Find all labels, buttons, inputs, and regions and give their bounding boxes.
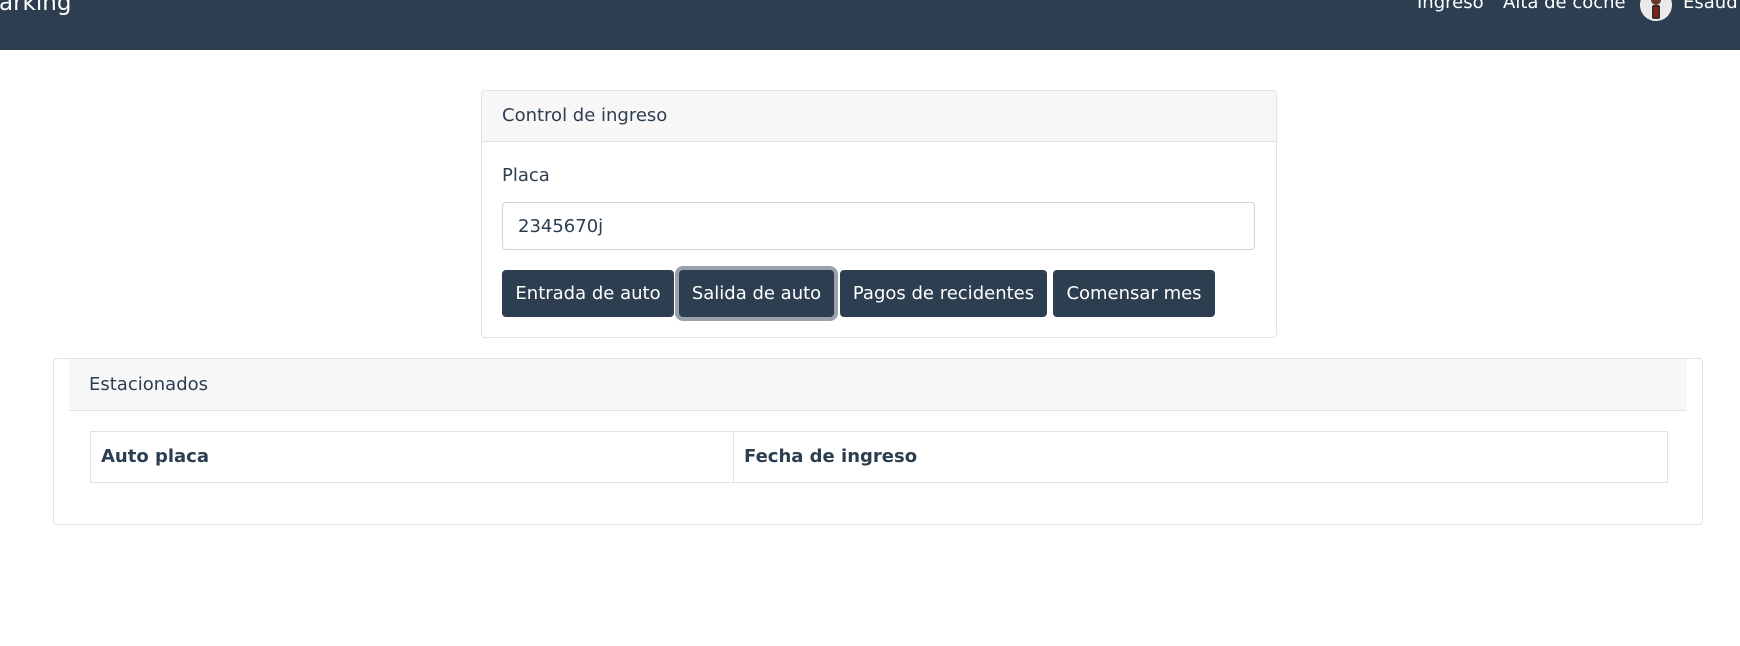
estacionados-card: Estacionados Auto placa Fecha de ingreso xyxy=(53,358,1703,525)
comensar-mes-button[interactable]: Comensar mes xyxy=(1053,270,1215,317)
placa-input[interactable] xyxy=(502,202,1255,250)
user-avatar[interactable] xyxy=(1640,0,1672,21)
nav-link-alta-de-coche[interactable]: Alta de coche xyxy=(1503,0,1626,15)
estacionados-card-header: Estacionados xyxy=(69,359,1687,411)
top-navbar: arking Ingreso Alta de coche Esaud xyxy=(0,0,1740,50)
nav-link-ingreso[interactable]: Ingreso xyxy=(1417,0,1484,15)
nav-user-name[interactable]: Esaud xyxy=(1683,0,1738,15)
control-de-ingreso-card: Control de ingreso Placa Entrada de auto… xyxy=(481,90,1277,338)
placa-label: Placa xyxy=(502,165,550,186)
column-header-auto-placa: Auto placa xyxy=(91,432,734,482)
entrada-de-auto-button[interactable]: Entrada de auto xyxy=(502,270,674,317)
control-card-header: Control de ingreso xyxy=(482,91,1276,142)
user-avatar-icon xyxy=(1640,0,1672,21)
pagos-de-recidentes-button[interactable]: Pagos de recidentes xyxy=(840,270,1047,317)
estacionados-table: Auto placa Fecha de ingreso xyxy=(90,431,1668,483)
brand-logo-text[interactable]: arking xyxy=(0,0,71,18)
column-header-fecha-de-ingreso: Fecha de ingreso xyxy=(744,446,918,467)
salida-de-auto-button[interactable]: Salida de auto xyxy=(679,270,834,317)
